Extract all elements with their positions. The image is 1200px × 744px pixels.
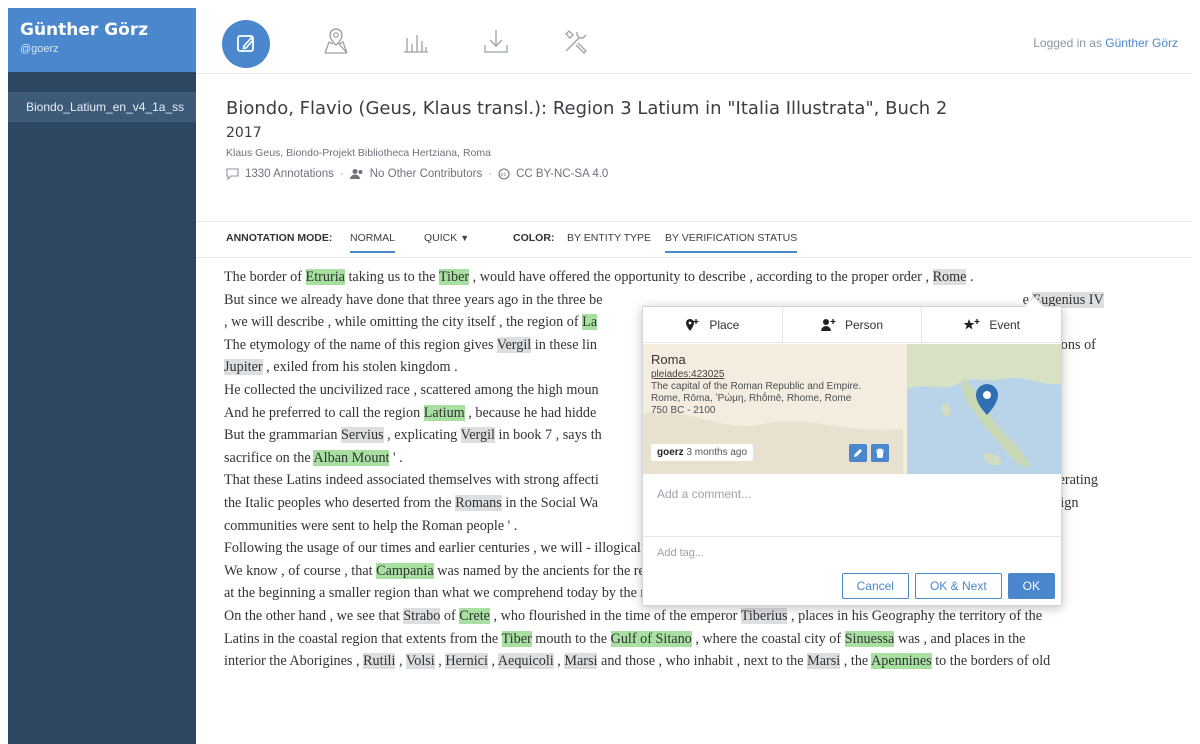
annotation[interactable]: Strabo [403, 607, 441, 624]
tab-color-entity-type[interactable]: BY ENTITY TYPE [567, 232, 651, 244]
ok-button[interactable]: OK [1007, 573, 1055, 599]
annotation[interactable]: Rutili [363, 653, 396, 670]
annotation-count: 1330 Annotations [245, 168, 334, 180]
cc-license-icon: cc [498, 168, 510, 180]
tag-input[interactable]: Add tag... [643, 539, 1061, 569]
place-preview: Roma pleiades:423025 The capital of the … [643, 344, 1061, 474]
annotation[interactable]: Rome [932, 269, 967, 285]
annotation[interactable]: Romans [455, 494, 502, 511]
svg-text:cc: cc [500, 172, 506, 178]
author-name: goerz [657, 447, 684, 458]
text-line: The border of Etruria taking us to the T… [224, 269, 974, 285]
annotation[interactable]: Aequicoli [497, 653, 554, 670]
place-marker-icon [686, 318, 699, 331]
logged-in-user-link[interactable]: Günther Görz [1105, 36, 1178, 50]
tab-person[interactable]: Person [783, 307, 923, 342]
settings-icon[interactable] [556, 21, 596, 61]
annotation[interactable]: Servius [341, 427, 384, 444]
annotation[interactable]: Apennines [870, 653, 932, 670]
place-dates: 750 BC - 2100 [651, 405, 716, 416]
annotation[interactable]: Crete [459, 607, 490, 624]
comment-input[interactable]: Add a comment... [643, 475, 1061, 537]
place-details: Roma pleiades:423025 The capital of the … [651, 352, 901, 416]
edit-button[interactable] [849, 444, 867, 462]
text-line: interior the Aborigines , Rutili , Volsi… [224, 653, 1051, 670]
place-identifier-link[interactable]: pleiades:423025 [651, 369, 901, 380]
annotation-editor-popup: Place Person Event Roma pleiades:423025 … [642, 296, 1062, 606]
annotation[interactable]: Etruria [305, 269, 345, 285]
tab-mode-normal[interactable]: NORMAL [350, 232, 395, 253]
user-name: Günther Görz [20, 20, 149, 40]
meta-separator: · [339, 168, 344, 180]
annotation[interactable]: Jupiter [224, 359, 263, 376]
annotation[interactable]: La [582, 314, 598, 331]
trash-icon [876, 448, 884, 458]
annotation[interactable]: Vergil [496, 336, 532, 353]
annotation-author: goerz 3 months ago [651, 444, 754, 461]
download-icon[interactable] [476, 21, 516, 61]
sidebar-item-document[interactable]: Biondo_Latium_en_v4_1a_ss [8, 92, 196, 122]
annotation[interactable]: Tiber [438, 269, 470, 285]
tab-event[interactable]: Event [922, 307, 1061, 342]
annotation[interactable]: Latium [423, 404, 465, 421]
annotation[interactable]: Marsi [564, 653, 598, 670]
sidebar: Günther Görz @goerz Biondo_Latium_en_v4_… [8, 8, 196, 744]
annotation-mode-bar: ANNOTATION MODE: NORMAL QUICK ▼ COLOR: B… [196, 222, 1192, 258]
stats-icon[interactable] [396, 21, 436, 61]
document-header: Biondo, Flavio (Geus, Klaus transl.): Re… [196, 74, 1192, 222]
place-name: Roma [651, 352, 686, 367]
tab-event-label: Event [989, 317, 1021, 332]
delete-button[interactable] [871, 444, 889, 462]
annotation[interactable]: Sinuessa [844, 630, 895, 647]
tab-color-verification-status[interactable]: BY VERIFICATION STATUS [665, 232, 798, 253]
annotation[interactable]: Volsi [405, 653, 435, 670]
text-line: On the other hand , we see that Strabo o… [224, 607, 1042, 624]
author-time: 3 months ago [686, 447, 748, 458]
map-icon[interactable] [316, 21, 356, 61]
annotation[interactable]: Campania [376, 562, 434, 579]
user-handle: @goerz [20, 43, 59, 55]
annotation[interactable]: Gulf of Sitano [610, 630, 692, 647]
text-line: Latins in the coastal region that extent… [224, 630, 1026, 647]
user-header[interactable]: Günther Görz @goerz [8, 8, 196, 72]
ok-next-button[interactable]: OK & Next [914, 573, 1002, 599]
star-icon [963, 318, 980, 329]
annotation[interactable]: Tiberius [740, 607, 788, 624]
place-alternate-names: Rome, Rōma, ʽΡώμη, Rhṓmē, Rhome, Rome [651, 393, 852, 404]
document-author: Klaus Geus, Biondo-Projekt Bibliotheca H… [226, 147, 491, 159]
top-toolbar: Logged in as Günther Görz [196, 8, 1192, 74]
annotation[interactable]: Hernici [445, 653, 488, 670]
annotation[interactable]: Alban Mount [313, 449, 390, 466]
logged-in-status: Logged in as Günther Görz [1033, 36, 1178, 50]
tab-place[interactable]: Place [643, 307, 783, 342]
tab-person-label: Person [844, 317, 884, 332]
contributors: No Other Contributors [369, 168, 483, 180]
meta-separator: · [488, 168, 493, 180]
page-title: Biondo, Flavio (Geus, Klaus transl.): Re… [226, 98, 948, 119]
annotation[interactable]: Marsi [807, 653, 841, 670]
annotation[interactable]: Vergil [460, 427, 495, 444]
pencil-icon [854, 449, 862, 457]
person-icon [820, 318, 836, 331]
document-meta: 1330 Annotations · No Other Contributors… [226, 168, 1192, 180]
tab-place-label: Place [709, 317, 740, 332]
annotate-icon[interactable] [222, 20, 270, 68]
popup-actions: Cancel OK & Next OK [841, 573, 1055, 599]
place-description: The capital of the Roman Republic and Em… [651, 381, 862, 392]
document-year: 2017 [226, 125, 262, 141]
caret-down-icon: ▼ [460, 233, 470, 243]
annotation-mode-label: ANNOTATION MODE: [226, 232, 333, 244]
tab-mode-quick-label: QUICK [424, 232, 458, 244]
entity-type-tabs: Place Person Event [643, 307, 1061, 343]
color-label: COLOR: [513, 232, 555, 244]
logged-in-label: Logged in as [1033, 36, 1102, 50]
cancel-button[interactable]: Cancel [841, 573, 909, 599]
license[interactable]: CC BY-NC-SA 4.0 [516, 168, 608, 180]
comment-icon [226, 168, 239, 180]
tab-mode-quick[interactable]: QUICK ▼ [424, 232, 469, 244]
users-icon [349, 169, 363, 179]
annotation[interactable]: Tiber [501, 630, 532, 647]
